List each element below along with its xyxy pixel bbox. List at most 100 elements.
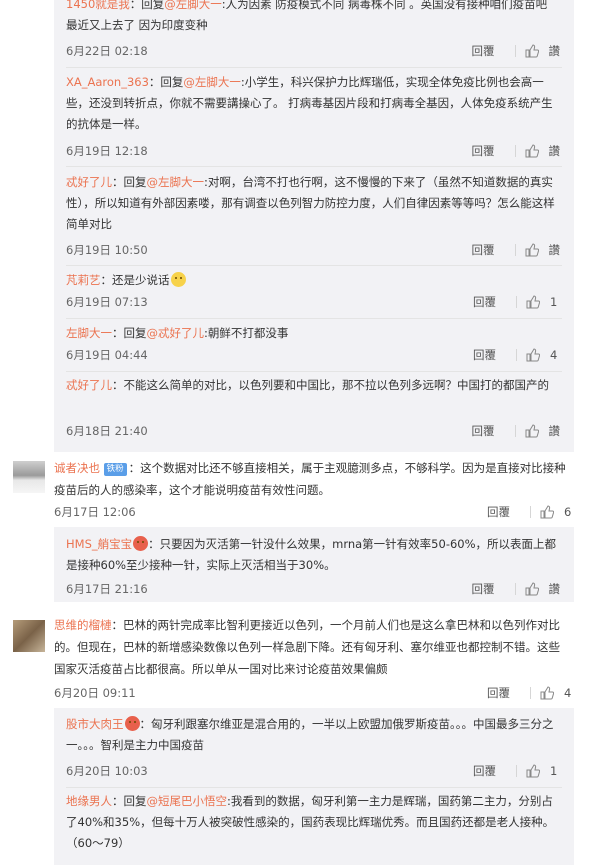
reply-date: 6月20日 10:03 bbox=[66, 764, 148, 778]
reply-meta: 6月17日 21:16 回覆 讚 bbox=[66, 580, 560, 598]
like-count: 1 bbox=[550, 295, 558, 309]
reply-button[interactable]: 回覆 bbox=[487, 503, 510, 521]
like-count: 4 bbox=[550, 348, 558, 362]
reply-username[interactable]: 地缘男人 bbox=[66, 794, 112, 808]
divider bbox=[530, 506, 531, 518]
divider bbox=[66, 787, 562, 788]
reply-username[interactable]: 芃莉艺 bbox=[66, 273, 101, 287]
thumbs-up-icon[interactable] bbox=[525, 144, 539, 158]
comment-date: 6月17日 12:06 bbox=[54, 505, 136, 519]
divider bbox=[514, 145, 516, 157]
thumbs-up-icon[interactable] bbox=[540, 686, 554, 700]
reply-meta: 6月19日 04:44 回覆 4 bbox=[66, 346, 560, 364]
reply-button[interactable]: 回覆 bbox=[472, 142, 495, 160]
avatar[interactable] bbox=[13, 620, 45, 652]
reply-username[interactable]: 1450就是我 bbox=[66, 0, 130, 11]
reply-button[interactable]: 回覆 bbox=[472, 580, 495, 598]
reply-button[interactable]: 回覆 bbox=[472, 42, 495, 60]
thumbs-up-icon[interactable] bbox=[526, 764, 540, 778]
thumbs-up-icon[interactable] bbox=[526, 295, 540, 309]
like-count: 4 bbox=[564, 686, 572, 700]
mention-link[interactable]: @左脚大一 bbox=[183, 75, 241, 89]
comment-username[interactable]: 诚者决也 bbox=[54, 461, 100, 475]
reply-text: 忒好了儿：回复@左脚大一:对啊，台湾不打也行啊，这不慢慢的下来了（虽然不知道数据… bbox=[66, 175, 555, 231]
comment-date: 6月20日 09:11 bbox=[54, 686, 136, 700]
smiley-emoji-icon bbox=[170, 272, 186, 287]
reply-date: 6月19日 04:44 bbox=[66, 348, 148, 362]
reply-text: HMS_艄宝宝 ：只要因为灭活第一针没什么效果，mrna第一针有效率50-60%，… bbox=[66, 536, 557, 572]
reply-meta: 6月19日 10:50 回覆 讚 bbox=[66, 241, 560, 259]
mention-link[interactable]: @短尾巴小悟空 bbox=[147, 794, 228, 808]
reply-username[interactable]: XA_Aaron_363 bbox=[66, 75, 149, 89]
divider bbox=[514, 244, 516, 256]
like-count: 讚 bbox=[548, 582, 561, 596]
reply-date: 6月19日 12:18 bbox=[66, 144, 148, 158]
comment-meta: 6月17日 12:06 回覆 6 bbox=[54, 503, 574, 521]
reply-username[interactable]: 忒好了儿 bbox=[66, 378, 112, 392]
reply-text: XA_Aaron_363：回复@左脚大一:小学生，科兴保护力比辉瑞低，实现全体免… bbox=[66, 75, 553, 131]
reply-meta: 6月19日 07:13 回覆 1 bbox=[66, 293, 560, 311]
thumbs-up-icon[interactable] bbox=[525, 582, 539, 596]
like-count: 讚 bbox=[548, 144, 561, 158]
reply-text: 1450就是我：回复@左脚大一:人为因素 防疫模式不同 病毒株不同 。英国没有接… bbox=[66, 0, 558, 36]
reply-box: 股市大肉王 ：匈牙利跟塞尔维亚是混合用的，一半以上欧盟加俄罗斯疫苗。。。中国最多三… bbox=[54, 708, 574, 865]
reply-button[interactable]: 回覆 bbox=[472, 241, 495, 259]
reply-button[interactable]: 回覆 bbox=[473, 346, 496, 364]
divider bbox=[516, 349, 517, 361]
reply-username[interactable]: 忒好了儿 bbox=[66, 175, 112, 189]
reply-button[interactable]: 回覆 bbox=[472, 422, 495, 440]
thumbs-up-icon[interactable] bbox=[526, 348, 540, 362]
reply-text: 左脚大一：回复@忒好了儿:朝鲜不打都没事 bbox=[66, 326, 289, 340]
thumbs-up-icon[interactable] bbox=[525, 243, 539, 257]
reply-meta: 6月22日 02:18 回覆 讚 bbox=[66, 42, 560, 60]
comment-text: 思维的榴槤：巴林的两针完成率比智利更接近以色列，一个月前人们也是这么拿巴林和以色… bbox=[54, 618, 560, 676]
like-count: 6 bbox=[564, 505, 572, 519]
mention-link[interactable]: @左脚大一 bbox=[147, 175, 205, 189]
fan-badge: 铁粉 bbox=[103, 463, 127, 476]
like-count: 讚 bbox=[548, 424, 561, 438]
divider bbox=[66, 371, 562, 372]
divider bbox=[514, 45, 516, 57]
reply-date: 6月22日 02:18 bbox=[66, 44, 148, 58]
reply-meta: 6月19日 12:18 回覆 讚 bbox=[66, 142, 560, 160]
avatar[interactable] bbox=[13, 461, 45, 493]
mention-link[interactable]: @忒好了儿 bbox=[147, 326, 205, 340]
divider bbox=[516, 296, 517, 308]
reply-text: 忒好了儿：不能这么简单的对比，以色列要和中国比，那不拉以色列多远啊？中国打的都国… bbox=[66, 378, 549, 392]
divider bbox=[514, 425, 516, 437]
like-count: 讚 bbox=[548, 44, 561, 58]
reply-box: HMS_艄宝宝 ：只要因为灭活第一针没什么效果，mrna第一针有效率50-60%，… bbox=[54, 527, 574, 602]
comment-username[interactable]: 思维的榴槤 bbox=[54, 618, 112, 632]
divider bbox=[514, 583, 516, 595]
mention-link[interactable]: @左脚大一 bbox=[164, 0, 222, 11]
reply-button[interactable]: 回覆 bbox=[473, 293, 496, 311]
divider bbox=[66, 166, 562, 167]
reply-date: 6月18日 21:40 bbox=[66, 424, 148, 438]
like-count: 讚 bbox=[548, 243, 561, 257]
reply-text: 股市大肉王 ：匈牙利跟塞尔维亚是混合用的，一半以上欧盟加俄罗斯疫苗。。。中国最多三… bbox=[66, 716, 554, 752]
divider bbox=[516, 765, 517, 777]
divider bbox=[66, 318, 562, 319]
reply-text: 芃莉艺：还是少说话 bbox=[66, 270, 558, 291]
reply-date: 6月19日 07:13 bbox=[66, 295, 148, 309]
thumbs-up-icon[interactable] bbox=[525, 424, 539, 438]
reply-username[interactable]: HMS_艄宝宝 bbox=[66, 537, 132, 551]
like-count: 1 bbox=[550, 764, 558, 778]
reply-button[interactable]: 回覆 bbox=[487, 684, 510, 702]
reply-meta: 6月20日 10:03 回覆 1 bbox=[66, 762, 560, 780]
comment-meta: 6月20日 09:11 回覆 4 bbox=[54, 684, 574, 702]
emoji-icon bbox=[133, 536, 149, 551]
reply-date: 6月19日 10:50 bbox=[66, 243, 148, 257]
divider bbox=[66, 67, 562, 68]
emoji-icon bbox=[124, 716, 140, 731]
divider bbox=[530, 687, 531, 699]
thumbs-up-icon[interactable] bbox=[525, 44, 539, 58]
reply-username[interactable]: 股市大肉王 bbox=[66, 717, 124, 731]
divider bbox=[66, 265, 562, 266]
reply-text: 地缘男人：回复@短尾巴小悟空:我看到的数据，匈牙利第一主力是辉瑞，国药第二主力，… bbox=[66, 794, 555, 850]
reply-username[interactable]: 左脚大一 bbox=[66, 326, 112, 340]
reply-box: 1450就是我：回复@左脚大一:人为因素 防疫模式不同 病毒株不同 。英国没有接… bbox=[54, 0, 574, 452]
reply-button[interactable]: 回覆 bbox=[473, 762, 496, 780]
reply-date: 6月17日 21:16 bbox=[66, 582, 148, 596]
thumbs-up-icon[interactable] bbox=[540, 505, 554, 519]
